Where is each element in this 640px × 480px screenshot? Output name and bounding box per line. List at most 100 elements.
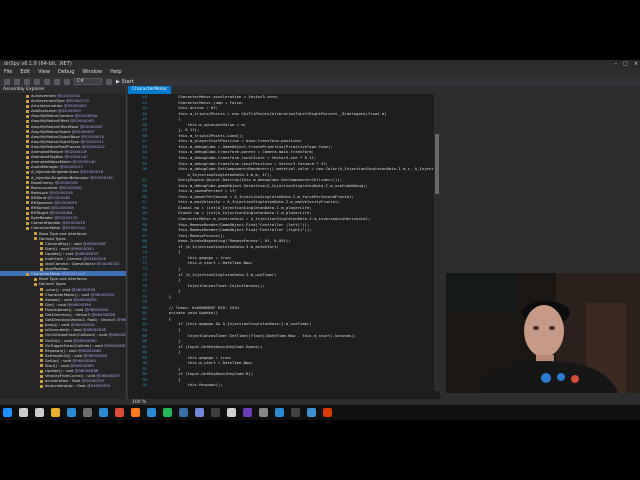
obs-icon[interactable] (211, 408, 220, 417)
tree-item[interactable]: airAcceleration : float @04000330 (0, 383, 126, 388)
terminal-icon[interactable] (291, 408, 300, 417)
class-icon (26, 94, 29, 98)
mail-icon[interactable] (99, 408, 108, 417)
settings-icon[interactable] (259, 408, 268, 417)
back-icon[interactable] (4, 78, 10, 85)
code-text: this.m_tripleJPoints = new SkiTriPointsC… (150, 110, 387, 116)
notepad-icon[interactable] (307, 408, 316, 417)
search-icon[interactable] (19, 408, 28, 417)
unity-icon[interactable] (227, 408, 236, 417)
class-icon (40, 374, 43, 378)
class-icon (26, 114, 29, 118)
class-icon (26, 145, 29, 149)
save-icon[interactable] (34, 78, 40, 85)
class-icon (40, 384, 43, 388)
tree-item-token: @06000D5C (116, 317, 126, 323)
edge-icon[interactable] (67, 408, 76, 417)
scrollbar-thumb[interactable] (435, 134, 439, 194)
close-icon[interactable]: × (634, 60, 638, 68)
open-icon[interactable] (24, 78, 30, 85)
class-icon (26, 140, 29, 144)
class-icon (26, 150, 29, 154)
class-icon (40, 262, 43, 266)
chrome-icon[interactable] (115, 408, 124, 417)
class-icon (26, 186, 29, 190)
steam-icon[interactable] (179, 408, 188, 417)
menu-debug[interactable]: Debug (58, 68, 74, 77)
class-icon (40, 308, 43, 312)
redo-icon[interactable] (54, 78, 60, 85)
class-icon (26, 104, 29, 108)
class-icon (34, 232, 37, 236)
class-icon (40, 303, 43, 307)
class-icon (26, 165, 29, 169)
class-icon (26, 221, 29, 225)
class-icon (26, 125, 29, 129)
class-icon (34, 277, 37, 281)
menu-bar: File Edit View Debug Window Help (0, 68, 640, 77)
code-text: } (150, 293, 172, 299)
taskbar (0, 405, 640, 420)
vscode-icon[interactable] (147, 408, 156, 417)
class-icon (26, 211, 29, 215)
code-line[interactable]: 94 this.Respawn(); (128, 382, 440, 388)
code-lines[interactable]: 43 CharacterMotor.acceleration = Vector3… (128, 94, 440, 388)
menu-view[interactable]: View (38, 68, 50, 77)
window-title: dnSpy v6.1.8 (64-bit, .NET) (4, 61, 72, 67)
dnspy-icon[interactable] (243, 408, 252, 417)
class-icon (40, 354, 43, 358)
class-icon (40, 339, 43, 342)
taskbar-icons (3, 408, 332, 417)
class-icon (26, 130, 29, 134)
start-icon[interactable] (3, 408, 12, 417)
class-icon (40, 364, 43, 368)
class-icon (40, 369, 43, 373)
class-icon (26, 226, 29, 230)
settings-icon[interactable] (106, 78, 112, 85)
store-icon[interactable] (83, 408, 92, 417)
class-icon (40, 242, 43, 246)
menu-window[interactable]: Window (82, 68, 102, 77)
class-icon (26, 109, 29, 113)
class-icon (26, 216, 29, 220)
letterbox-bottom (0, 420, 640, 480)
start-label: Start (121, 78, 134, 85)
menu-edit[interactable]: Edit (20, 68, 30, 77)
menu-help[interactable]: Help (110, 68, 121, 77)
class-icon (40, 379, 43, 383)
code-text: this.Respawn(); (150, 382, 223, 388)
class-icon (40, 333, 43, 337)
class-icon (26, 196, 29, 200)
photos-icon[interactable] (275, 408, 284, 417)
spotify-icon[interactable] (163, 408, 172, 417)
class-icon (40, 359, 43, 363)
class-icon (34, 237, 37, 241)
class-icon (40, 349, 43, 353)
language-select[interactable]: C# (74, 78, 102, 85)
maximize-icon[interactable]: □ (623, 60, 628, 68)
class-icon (26, 206, 29, 210)
minimize-icon[interactable]: – (615, 60, 618, 68)
class-icon (40, 318, 43, 322)
start-debug-button[interactable]: ▶ Start (116, 79, 134, 85)
file-explorer-icon[interactable] (51, 408, 60, 417)
search-icon[interactable] (64, 78, 70, 85)
class-icon (40, 252, 43, 256)
tab-charactermotor[interactable]: CharacterMotor (128, 86, 172, 94)
code-text: InjectCanvasTimer.SetTime((float)(DateTi… (150, 332, 357, 338)
class-icon (26, 119, 29, 123)
tree-item-token: @06000D61 (104, 342, 126, 348)
code-editor: CharacterMotor 43 CharacterMotor.acceler… (128, 86, 440, 399)
record-icon[interactable] (323, 408, 332, 417)
class-icon (40, 344, 43, 348)
undo-icon[interactable] (44, 78, 50, 85)
forward-icon[interactable] (14, 78, 20, 85)
task-view-icon[interactable] (35, 408, 44, 417)
firefox-icon[interactable] (131, 408, 140, 417)
menu-file[interactable]: File (4, 68, 12, 77)
discord-icon[interactable] (195, 408, 204, 417)
tree-item-label: airAcceleration : float (45, 383, 86, 389)
tree-item-token: @06000D5F (108, 332, 126, 338)
tree-item-token: @0400032C (96, 261, 120, 267)
vertical-scrollbar[interactable] (434, 94, 440, 391)
